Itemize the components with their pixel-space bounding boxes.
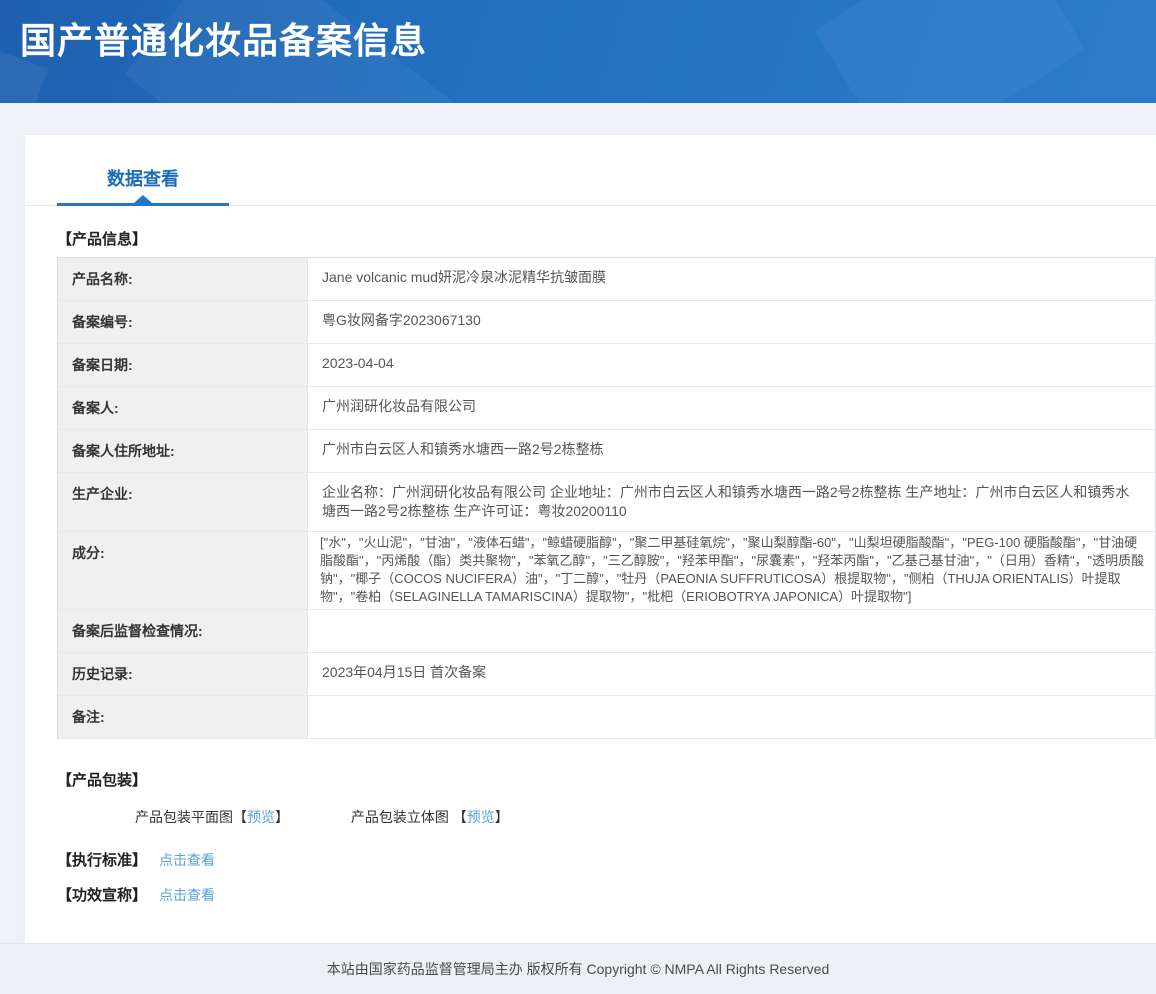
table-row-registration-date: 备案日期: 2023-04-04 [58,344,1155,387]
row-label: 成分: [58,532,308,609]
page-footer: 本站由国家药品监督管理局主办 版权所有 Copyright © NMPA All… [0,943,1156,994]
section-title-packaging: 【产品包装】 [57,769,1124,790]
page-header: 国产普通化妆品备案信息 [0,0,1156,103]
preview-link-label: 预览 [247,809,275,825]
section-title-efficacy-claim: 【功效宣称】 [57,887,147,904]
row-label: 生产企业: [58,473,308,531]
row-value: 广州润研化妆品有限公司 [308,387,1155,429]
row-value [308,610,1155,652]
table-row-manufacturer: 生产企业: 企业名称：广州润研化妆品有限公司 企业地址：广州市白云区人和镇秀水塘… [58,473,1155,532]
tab-data-view-label: 数据查看 [107,169,179,189]
table-row-product-name: 产品名称: Jane volcanic mud妍泥冷泉冰泥精华抗皱面膜 [58,258,1155,301]
row-label: 备案日期: [58,344,308,386]
bracket: 】 [495,809,509,825]
row-value: 粤G妆网备字2023067130 [308,301,1155,343]
executive-standard-line: 【执行标准】点击查看 [57,849,1124,870]
row-label: 备案人住所地址: [58,430,308,472]
table-row-registrant: 备案人: 广州润研化妆品有限公司 [58,387,1155,430]
row-value: 2023-04-04 [308,344,1155,386]
row-value: 企业名称：广州润研化妆品有限公司 企业地址：广州市白云区人和镇秀水塘西一路2号2… [308,473,1155,531]
row-label: 备案后监督检查情况: [58,610,308,652]
executive-standard-view-link[interactable]: 点击查看 [159,852,215,868]
tab-active-pointer-icon [134,195,152,203]
tab-bar: 数据查看 [25,135,1156,206]
table-row-ingredients: 成分: ["水"，"火山泥"，"甘油"，"液体石蜡"，"鲸蜡硬脂醇"，"聚二甲基… [58,532,1155,610]
product-info-table: 产品名称: Jane volcanic mud妍泥冷泉冰泥精华抗皱面膜 备案编号… [57,257,1156,739]
packaging-stereo-label: 产品包装立体图 [351,809,449,825]
row-label: 备注: [58,696,308,738]
row-value: Jane volcanic mud妍泥冷泉冰泥精华抗皱面膜 [308,258,1155,300]
row-value: ["水"，"火山泥"，"甘油"，"液体石蜡"，"鲸蜡硬脂醇"，"聚二甲基硅氧烷"… [308,532,1155,609]
tab-data-view[interactable]: 数据查看 [57,165,229,206]
table-row-registrant-address: 备案人住所地址: 广州市白云区人和镇秀水塘西一路2号2栋整栋 [58,430,1155,473]
table-row-history: 历史记录: 2023年04月15日 首次备案 [58,653,1155,696]
content-card: 数据查看 【产品信息】 产品名称: Jane volcanic mud妍泥冷泉冰… [25,135,1156,943]
packaging-flat-group: 产品包装平面图【预览】 [135,809,293,825]
packaging-previews: 产品包装平面图【预览】 产品包装立体图 【预览】 [135,807,1156,827]
packaging-stereo-preview-link[interactable]: 【预览】 [453,809,509,825]
page-title: 国产普通化妆品备案信息 [0,0,1156,64]
row-label: 产品名称: [58,258,308,300]
efficacy-claim-view-link[interactable]: 点击查看 [159,887,215,903]
preview-link-label: 预览 [467,809,495,825]
table-row-remarks: 备注: [58,696,1155,739]
bracket: 】 [275,809,289,825]
bracket: 【 [233,809,247,825]
row-value: 广州市白云区人和镇秀水塘西一路2号2栋整栋 [308,430,1155,472]
section-title-executive-standard: 【执行标准】 [57,852,147,869]
row-label: 历史记录: [58,653,308,695]
table-row-supervision-check: 备案后监督检查情况: [58,610,1155,653]
bracket: 【 [453,809,467,825]
packaging-stereo-group: 产品包装立体图 【预览】 [351,809,509,825]
packaging-flat-label: 产品包装平面图 [135,809,233,825]
packaging-flat-preview-link[interactable]: 【预览】 [233,809,289,825]
section-title-product-info: 【产品信息】 [57,228,1124,249]
table-row-registration-number: 备案编号: 粤G妆网备字2023067130 [58,301,1155,344]
row-label: 备案编号: [58,301,308,343]
row-value: 2023年04月15日 首次备案 [308,653,1155,695]
row-label: 备案人: [58,387,308,429]
efficacy-claim-line: 【功效宣称】点击查看 [57,884,1124,905]
copyright-text: 本站由国家药品监督管理局主办 版权所有 Copyright © NMPA All… [327,961,829,977]
row-value [308,696,1155,738]
